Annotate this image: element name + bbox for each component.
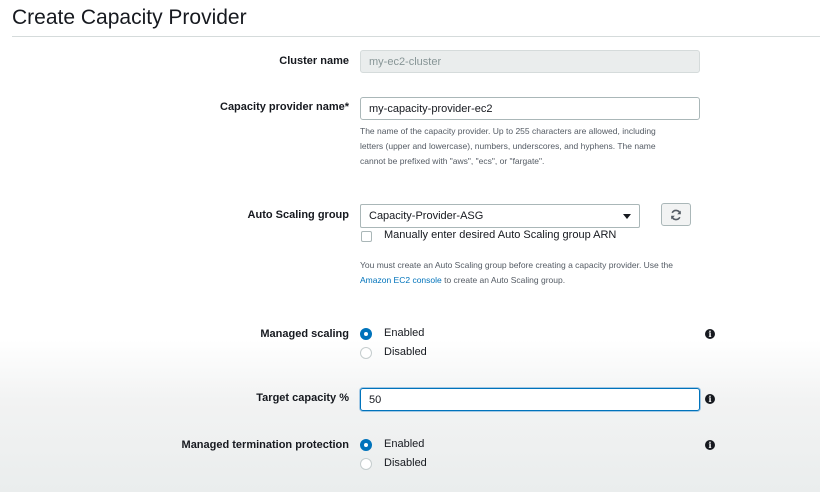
auto-scaling-group-select[interactable]: Capacity-Provider-ASG <box>360 204 640 228</box>
managed-termination-protection-label: Managed termination protection <box>181 439 349 451</box>
managed-scaling-enabled-label[interactable]: Enabled <box>384 327 424 339</box>
capacity-provider-name-help: The name of the capacity provider. Up to… <box>360 124 705 169</box>
cluster-name-field <box>360 50 700 73</box>
termination-protection-disabled-radio[interactable] <box>360 458 372 470</box>
info-icon[interactable]: i <box>705 440 715 450</box>
title-divider <box>12 36 820 37</box>
refresh-button[interactable] <box>661 203 691 226</box>
help-line: letters (upper and lowercase), numbers, … <box>360 141 656 151</box>
help-text: to create an Auto Scaling group. <box>441 275 566 285</box>
info-icon[interactable]: i <box>705 394 715 404</box>
refresh-icon <box>671 209 681 220</box>
auto-scaling-group-help: You must create an Auto Scaling group be… <box>360 258 710 288</box>
termination-protection-enabled-radio[interactable] <box>360 439 372 451</box>
termination-protection-enabled-label[interactable]: Enabled <box>384 438 424 450</box>
target-capacity-label: Target capacity % <box>256 392 349 404</box>
managed-scaling-label: Managed scaling <box>260 328 349 340</box>
caret-down-icon <box>623 214 631 219</box>
amazon-ec2-console-link[interactable]: Amazon EC2 console <box>360 275 442 285</box>
help-line: Amazon EC2 console to create an Auto Sca… <box>360 273 710 288</box>
auto-scaling-group-selected-value: Capacity-Provider-ASG <box>369 210 484 222</box>
target-capacity-input[interactable] <box>360 388 700 411</box>
capacity-provider-name-label: Capacity provider name* <box>220 101 349 113</box>
cluster-name-label: Cluster name <box>279 55 349 67</box>
capacity-provider-name-input[interactable] <box>360 97 700 120</box>
info-icon[interactable]: i <box>705 329 715 339</box>
help-line: The name of the capacity provider. Up to… <box>360 126 656 136</box>
termination-protection-disabled-label[interactable]: Disabled <box>384 457 427 469</box>
page-title: Create Capacity Provider <box>12 6 247 29</box>
managed-scaling-disabled-radio[interactable] <box>360 347 372 359</box>
manual-arn-checkbox-label[interactable]: Manually enter desired Auto Scaling grou… <box>384 229 616 241</box>
managed-scaling-disabled-label[interactable]: Disabled <box>384 346 427 358</box>
help-line: You must create an Auto Scaling group be… <box>360 260 673 270</box>
auto-scaling-group-label: Auto Scaling group <box>247 209 349 221</box>
managed-scaling-enabled-radio[interactable] <box>360 328 372 340</box>
manual-arn-checkbox[interactable] <box>361 231 372 242</box>
help-line: cannot be prefixed with "aws", "ecs", or… <box>360 156 545 166</box>
